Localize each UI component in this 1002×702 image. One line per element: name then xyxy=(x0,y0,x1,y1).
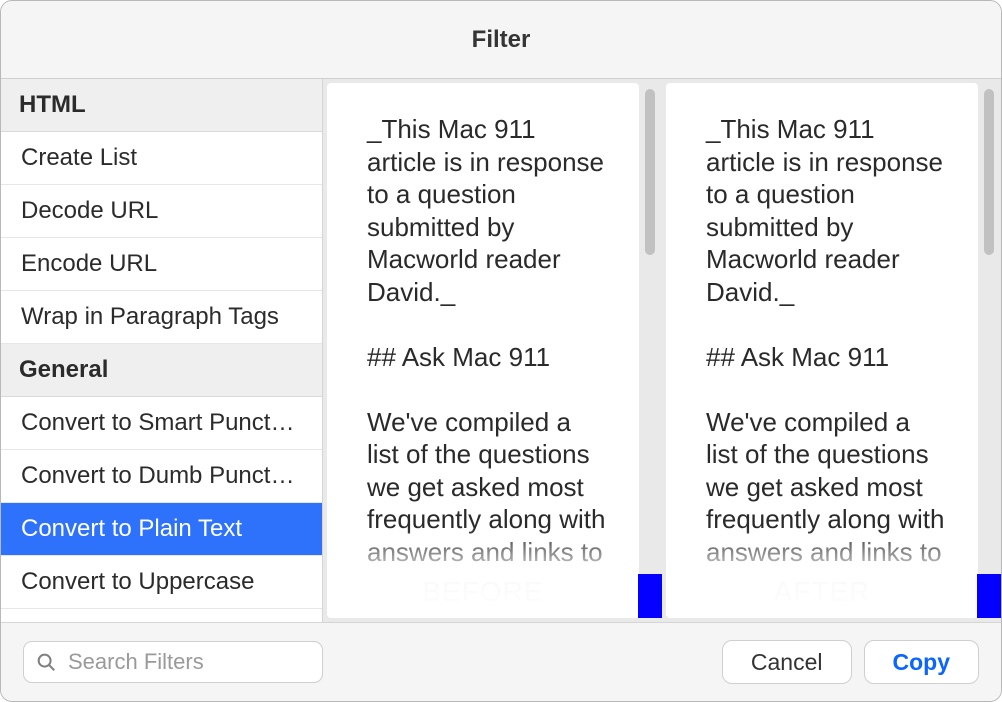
before-column: _This Mac 911 article is in response to … xyxy=(323,79,662,622)
filter-item-create-list[interactable]: Create List xyxy=(1,132,322,185)
copy-button[interactable]: Copy xyxy=(864,640,980,684)
search-wrap xyxy=(23,641,323,683)
after-box: _This Mac 911 article is in response to … xyxy=(666,83,978,618)
filter-item-uppercase[interactable]: Convert to Uppercase xyxy=(1,556,322,609)
before-scrollbar-thumb[interactable] xyxy=(645,89,655,255)
after-resize-handle[interactable] xyxy=(977,574,1001,618)
filter-item-plain-text[interactable]: Convert to Plain Text xyxy=(1,503,322,556)
after-text: _This Mac 911 article is in response to … xyxy=(666,83,978,572)
filter-item-lowercase[interactable]: Convert to Lowercase xyxy=(1,609,322,622)
filter-item-encode-url[interactable]: Encode URL xyxy=(1,238,322,291)
filter-item-smart-punct[interactable]: Convert to Smart Punctuation xyxy=(1,397,322,450)
before-label: BEFORE xyxy=(327,572,639,618)
window-title: Filter xyxy=(472,26,531,54)
titlebar: Filter xyxy=(1,1,1001,79)
filter-item-wrap-paragraph[interactable]: Wrap in Paragraph Tags xyxy=(1,291,322,344)
preview-area: _This Mac 911 article is in response to … xyxy=(323,79,1001,622)
before-scrollbar[interactable] xyxy=(643,83,657,618)
filter-sidebar[interactable]: HTML Create List Decode URL Encode URL W… xyxy=(1,79,323,622)
footer: Cancel Copy xyxy=(1,623,1001,701)
after-scrollbar-thumb[interactable] xyxy=(984,89,994,255)
cancel-button[interactable]: Cancel xyxy=(722,640,852,684)
after-scrollbar[interactable] xyxy=(982,83,996,618)
section-header-html: HTML xyxy=(1,79,322,132)
before-resize-handle[interactable] xyxy=(638,574,662,618)
after-label: AFTER xyxy=(666,572,978,618)
filter-item-dumb-punct[interactable]: Convert to Dumb Punctuation xyxy=(1,450,322,503)
filter-window: Filter HTML Create List Decode URL Encod… xyxy=(0,0,1002,702)
main-area: HTML Create List Decode URL Encode URL W… xyxy=(1,79,1001,623)
after-column: _This Mac 911 article is in response to … xyxy=(662,79,1001,622)
search-input[interactable] xyxy=(23,641,323,683)
filter-item-decode-url[interactable]: Decode URL xyxy=(1,185,322,238)
before-text: _This Mac 911 article is in response to … xyxy=(327,83,639,572)
section-header-general: General xyxy=(1,344,322,397)
before-box: _This Mac 911 article is in response to … xyxy=(327,83,639,618)
